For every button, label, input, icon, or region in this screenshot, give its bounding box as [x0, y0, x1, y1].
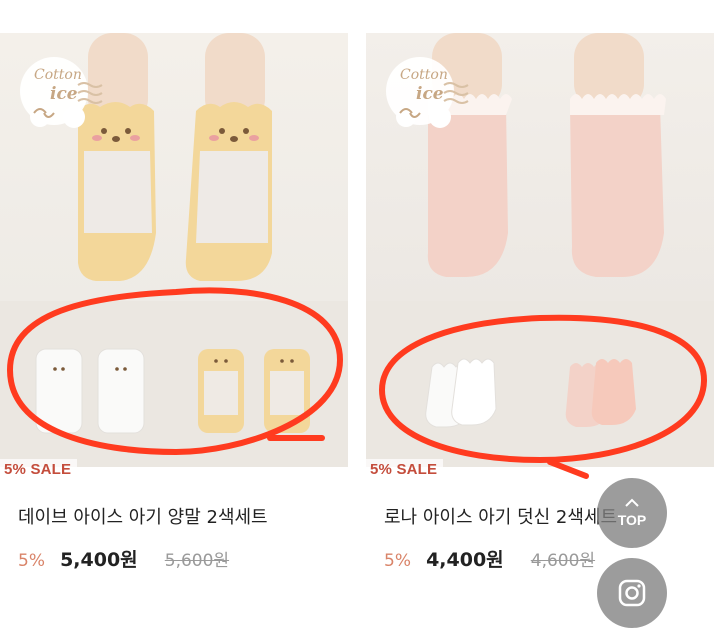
sale-price: 5,400원 — [60, 549, 138, 571]
instagram-button[interactable] — [597, 558, 667, 628]
product-thumbnail-strip — [366, 301, 714, 467]
price-row: 5% 5,400원 5,600원 — [18, 545, 358, 572]
chevron-up-icon — [625, 498, 639, 507]
svg-text:ice: ice — [416, 84, 444, 104]
sale-badge: 5% SALE — [366, 459, 444, 481]
product-image-dave[interactable]: Cotton ice — [0, 33, 348, 301]
cotton-ice-logo: Cotton ice — [378, 47, 470, 139]
product-image-rona[interactable]: Cotton ice — [366, 33, 714, 301]
original-price: 4,600원 — [530, 551, 596, 571]
discount-rate: 5% — [18, 551, 45, 571]
cotton-ice-logo: Cotton ice — [12, 47, 104, 139]
price-row: 5% 4,400원 4,600원 — [384, 545, 714, 572]
svg-text:ice: ice — [50, 84, 78, 104]
product-thumbnail-strip — [0, 301, 348, 467]
product-title[interactable]: 데이브 아이스 아기 양말 2색세트 — [18, 503, 348, 529]
original-price: 5,600원 — [164, 551, 230, 571]
svg-text:Cotton: Cotton — [400, 67, 448, 83]
instagram-icon — [618, 579, 646, 607]
sale-price: 4,400원 — [426, 549, 504, 571]
top-label: TOP — [617, 512, 647, 528]
svg-text:Cotton: Cotton — [34, 67, 82, 83]
discount-rate: 5% — [384, 551, 411, 571]
sale-badge: 5% SALE — [0, 459, 78, 481]
scroll-top-button[interactable]: TOP — [597, 478, 667, 548]
